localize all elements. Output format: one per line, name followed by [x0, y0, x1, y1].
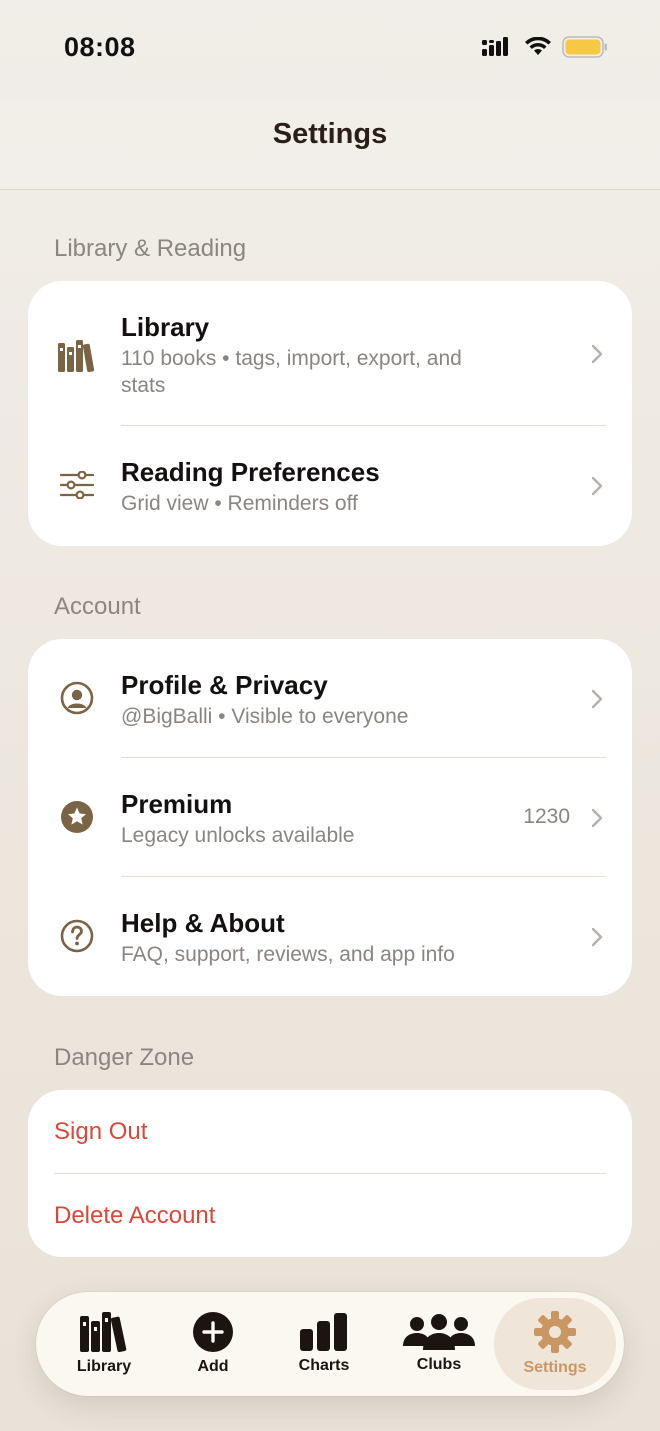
status-time: 08:08: [64, 32, 136, 62]
section-title-danger-zone: Danger Zone: [54, 1044, 195, 1071]
tab-settings-label: Settings: [523, 1359, 587, 1376]
chevron-right-icon: [591, 689, 603, 709]
chevron-right-icon: [591, 476, 603, 496]
gear-icon: [534, 1311, 576, 1353]
section-title-account: Account: [54, 593, 141, 620]
signal-icon: [482, 37, 508, 56]
tab-settings[interactable]: Settings: [494, 1298, 616, 1390]
tab-add[interactable]: Add: [156, 1292, 270, 1396]
danger-zone-card: Sign Out Delete Account: [28, 1090, 632, 1257]
help-about-row[interactable]: Help & About FAQ, support, reviews, and …: [28, 877, 632, 996]
tab-charts-label: Charts: [298, 1357, 350, 1374]
section-title-library-reading: Library & Reading: [54, 235, 247, 262]
page-title: Settings: [272, 118, 388, 150]
bar-chart-icon: [300, 1313, 347, 1351]
reading-preferences-row[interactable]: Reading Preferences Grid view • Reminder…: [28, 426, 632, 546]
tab-clubs[interactable]: Clubs: [382, 1292, 496, 1396]
chevron-right-icon: [591, 927, 603, 947]
question-circle-icon: [58, 917, 96, 955]
premium-title: Premium: [121, 789, 233, 819]
status-icons: [482, 36, 608, 58]
profile-privacy-subtitle: @BigBalli • Visible to everyone: [121, 705, 409, 728]
tab-library-label: Library: [76, 1358, 132, 1375]
group-icon: [403, 1314, 475, 1350]
sliders-icon: [58, 466, 96, 504]
tab-library[interactable]: Library: [47, 1292, 161, 1396]
status-bar: 08:08: [0, 0, 660, 100]
reading-preferences-title: Reading Preferences: [121, 457, 380, 487]
reading-preferences-subtitle: Grid view • Reminders off: [121, 492, 358, 515]
person-circle-icon: [58, 679, 96, 717]
delete-account-button[interactable]: Delete Account: [54, 1202, 215, 1230]
chevron-right-icon: [591, 808, 603, 828]
profile-privacy-title: Profile & Privacy: [121, 670, 328, 700]
sign-out-button[interactable]: Sign Out: [54, 1118, 147, 1146]
profile-privacy-row[interactable]: Profile & Privacy @BigBalli • Visible to…: [28, 639, 632, 757]
help-about-title: Help & About: [121, 908, 285, 938]
chevron-right-icon: [591, 344, 603, 364]
premium-count: 1230: [523, 805, 570, 828]
tab-add-label: Add: [197, 1358, 229, 1375]
books-icon: [80, 1312, 127, 1352]
library-row-title: Library: [121, 312, 210, 342]
library-row[interactable]: Library 110 books • tags, import, export…: [28, 281, 632, 426]
delete-account-row[interactable]: Delete Account: [28, 1174, 632, 1257]
battery-icon: [562, 36, 607, 58]
tab-clubs-label: Clubs: [416, 1356, 462, 1373]
plus-circle-icon: [193, 1312, 233, 1352]
premium-row[interactable]: Premium Legacy unlocks available 1230: [28, 758, 632, 877]
library-reading-card: Library 110 books • tags, import, export…: [28, 281, 632, 546]
tab-bar: Library Add Charts Clubs Settings: [36, 1292, 624, 1396]
books-icon: [58, 337, 96, 375]
wifi-icon: [525, 37, 551, 55]
library-row-subtitle: 110 books • tags, import, export, and st…: [121, 347, 462, 397]
premium-subtitle: Legacy unlocks available: [121, 824, 355, 847]
tab-charts[interactable]: Charts: [267, 1292, 381, 1396]
sign-out-row[interactable]: Sign Out: [28, 1090, 632, 1173]
help-about-subtitle: FAQ, support, reviews, and app info: [121, 943, 455, 966]
account-card: Profile & Privacy @BigBalli • Visible to…: [28, 639, 632, 996]
nav-header: Settings: [0, 100, 660, 190]
star-circle-icon: [58, 798, 96, 836]
